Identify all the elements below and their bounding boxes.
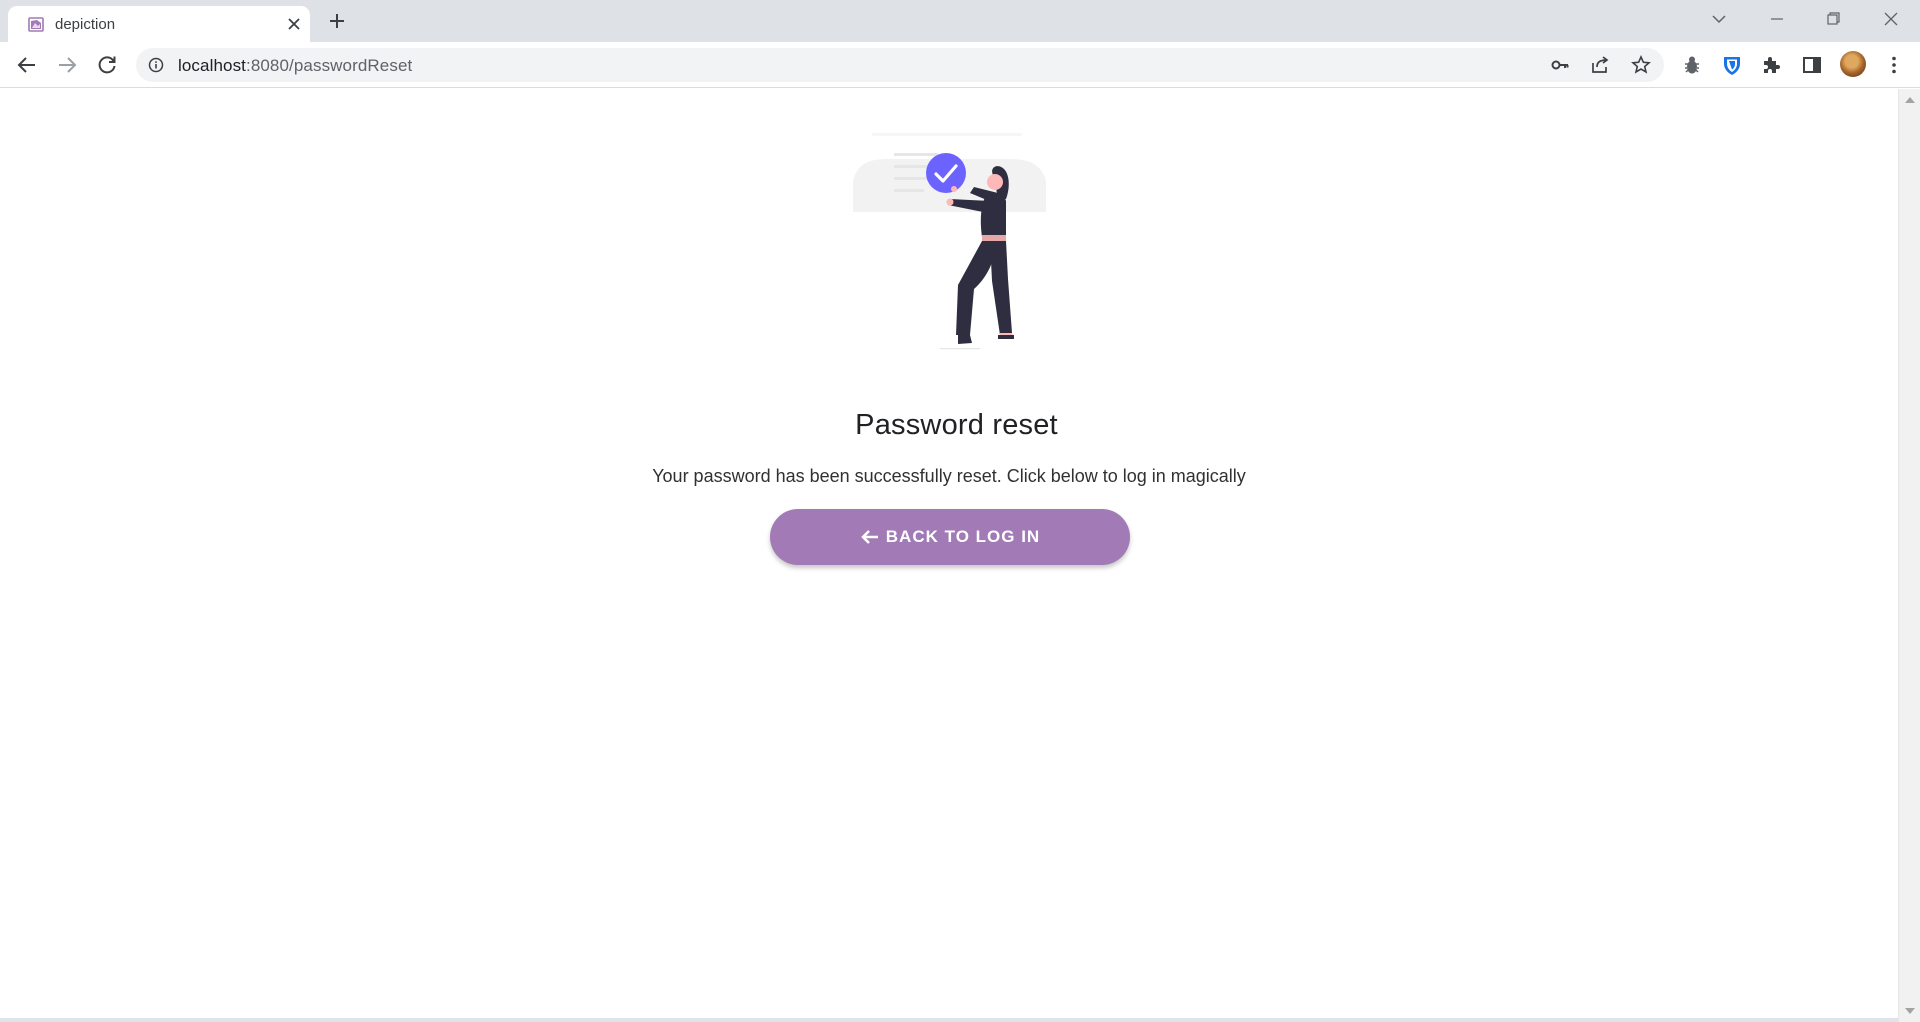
tab-close-icon[interactable] (284, 14, 304, 34)
key-icon[interactable] (1550, 55, 1570, 75)
tab-search-chevron-icon[interactable] (1706, 8, 1732, 30)
back-icon[interactable] (15, 53, 39, 77)
puzzle-icon[interactable] (1760, 53, 1784, 77)
woman-holding-checkmark-illustration (853, 133, 1046, 350)
page-title: Password reset (855, 409, 1058, 441)
star-icon[interactable] (1631, 55, 1651, 75)
minimize-icon[interactable] (1764, 8, 1790, 30)
more-icon[interactable] (1882, 53, 1906, 77)
forward-icon[interactable] (55, 53, 79, 77)
password-reset-page: Password reset Your password has been su… (0, 89, 1898, 1018)
tab-strip: depiction (0, 0, 1920, 42)
tab-title: depiction (55, 16, 116, 33)
url-host: localhost (178, 56, 246, 75)
url-path: :8080/passwordReset (246, 56, 413, 75)
url-text: localhost:8080/passwordReset (178, 56, 412, 76)
success-message: Your password has been successfully rese… (652, 466, 1246, 486)
depiction-favicon-icon (28, 17, 44, 32)
address-bar[interactable]: localhost:8080/passwordReset (136, 48, 1664, 82)
new-tab-icon[interactable] (326, 10, 348, 32)
reload-icon[interactable] (95, 53, 119, 77)
restore-icon[interactable] (1820, 8, 1846, 30)
scroll-up-icon[interactable] (1905, 97, 1915, 103)
page-scrollbar[interactable] (1898, 89, 1920, 1022)
tab-depiction[interactable]: depiction (8, 6, 310, 42)
arrow-left-icon (860, 530, 878, 544)
site-info-icon[interactable] (148, 57, 164, 73)
bug-icon[interactable] (1680, 53, 1704, 77)
shield-icon[interactable] (1720, 53, 1744, 77)
close-window-icon[interactable] (1878, 8, 1904, 30)
window-bottom-edge (0, 1018, 1898, 1022)
browser-toolbar: localhost:8080/passwordReset (0, 42, 1920, 88)
side-panel-icon[interactable] (1800, 53, 1824, 77)
scroll-down-icon[interactable] (1905, 1008, 1915, 1014)
avatar[interactable] (1840, 51, 1866, 77)
back-to-login-button[interactable]: BACK TO LOG IN (770, 509, 1130, 565)
share-icon[interactable] (1590, 55, 1610, 75)
back-to-login-label: BACK TO LOG IN (885, 527, 1041, 546)
